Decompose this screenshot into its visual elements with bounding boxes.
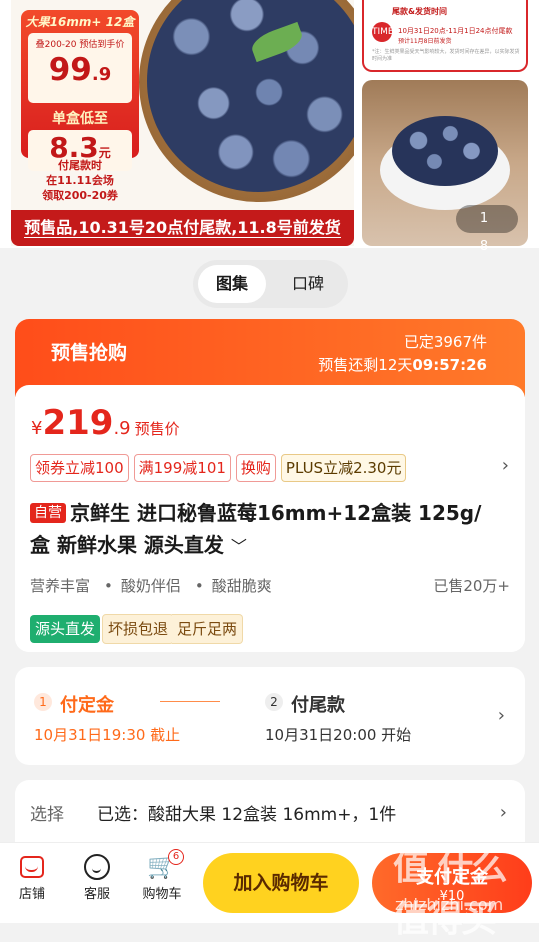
booked-count: 已定3967件 bbox=[403, 333, 487, 351]
product-info: ¥219.9 预售价 领券立减100 满199减101 换购 PLUS立减2.30元 ›… bbox=[15, 385, 525, 652]
promo-price-card: 大果16mm+ 12盒 叠200-20 预估到手价 99.9 单盒低至 8.3元 bbox=[21, 10, 139, 171]
selected-spec: 已选：酸甜大果 12盒装 16mm+，1件 bbox=[97, 805, 397, 825]
promo-sub-text: 叠200-20 预估到手价 bbox=[35, 40, 125, 50]
presale-banner: 预售品,10.31号20点付尾款,11.8号前发货 bbox=[11, 210, 354, 246]
chevron-right-icon[interactable]: › bbox=[502, 455, 509, 476]
product-title[interactable]: 自营 京鲜生 进口秘鲁蓝莓16mm+12盒装 125g/盒 新鲜水果 源头直发 ﹀ bbox=[30, 497, 490, 563]
shop-button[interactable]: 店铺 bbox=[2, 851, 62, 902]
coupon-item[interactable]: 换购 bbox=[235, 454, 276, 482]
coupon-item[interactable]: 领券立减100 bbox=[30, 454, 129, 482]
step-divider bbox=[160, 701, 220, 702]
smiley-icon bbox=[84, 854, 110, 880]
feature-tags: 营养丰富 • 酸奶伴侣 • 酸甜脆爽 bbox=[30, 577, 272, 595]
promo-note: 付尾款时 在11.11会场 领取200-20券 bbox=[42, 159, 118, 202]
step-2-number: 2 bbox=[265, 693, 283, 711]
shop-icon bbox=[20, 856, 44, 878]
presale-price: ¥219.9 预售价 bbox=[31, 403, 180, 443]
self-operated-badge: 自营 bbox=[30, 503, 66, 523]
chevron-right-icon[interactable]: › bbox=[500, 802, 507, 823]
promo-price: 99.9 bbox=[48, 52, 112, 88]
gallery-review-toggle: 图集 口碑 bbox=[193, 260, 348, 308]
watermark-url: zhizhizhi.com bbox=[395, 895, 504, 914]
watermark-logo: 值 什么值得买 bbox=[393, 847, 508, 940]
presale-title: 预售抢购 bbox=[51, 342, 128, 364]
presale-countdown: 预售还剩12天09:57:26 bbox=[318, 356, 487, 374]
chevron-right-icon[interactable]: › bbox=[498, 705, 505, 726]
select-label: 选择 bbox=[30, 805, 64, 825]
cart-button[interactable]: 🛒 6 购物车 bbox=[132, 849, 192, 902]
badge-guarantee: 坏损包退 bbox=[102, 614, 175, 644]
badge-weight: 足斤足两 bbox=[172, 614, 244, 644]
presale-card: 预售抢购 已定3967件 预售还剩12天09:57:26 ¥219.9 预售价 领… bbox=[15, 319, 525, 652]
payment-steps[interactable]: 1 付定金 2 付尾款 10月31日19:30 截止 10月31日20:00 开… bbox=[15, 667, 525, 765]
promo-top-text: 大果16mm+ 12盒 bbox=[25, 15, 135, 29]
cart-count-badge: 6 bbox=[168, 849, 184, 865]
image-gallery[interactable]: 大果16mm+ 12盒 叠200-20 预估到手价 99.9 单盒低至 8.3元… bbox=[0, 0, 539, 254]
blueberries-image bbox=[147, 0, 354, 192]
step-2-title: 付尾款 bbox=[291, 695, 345, 716]
blueberry-pile-image bbox=[392, 116, 498, 186]
step-1-title: 付定金 bbox=[60, 695, 114, 716]
plus-coupon[interactable]: PLUS立减2.30元 bbox=[280, 454, 407, 482]
blueberry-bowl-image bbox=[139, 0, 354, 202]
service-badges: 源头直发 坏损包退 足斤足两 bbox=[30, 614, 245, 644]
clock-icon: TIME bbox=[372, 22, 394, 42]
thumbnail-schedule[interactable]: 尾款&发货时间 TIME 10月31日20点-11月1日24点付尾款 预计11月… bbox=[362, 0, 528, 72]
tab-reviews[interactable]: 口碑 bbox=[278, 265, 338, 303]
per-box-label: 单盒低至 bbox=[52, 111, 108, 127]
add-to-cart-button[interactable]: 加入购物车 bbox=[203, 853, 359, 913]
image-counter: 1 8 bbox=[456, 205, 518, 254]
sold-count: 已售20万+ bbox=[433, 577, 510, 595]
step-2-time: 10月31日20:00 开始 bbox=[265, 726, 412, 744]
step-1-time: 10月31日19:30 截止 bbox=[34, 726, 181, 744]
coupon-item[interactable]: 满199减101 bbox=[133, 454, 231, 482]
customer-service-button[interactable]: 客服 bbox=[67, 851, 127, 902]
chevron-down-icon[interactable]: ﹀ bbox=[231, 537, 247, 556]
badge-direct: 源头直发 bbox=[30, 615, 101, 643]
tab-gallery[interactable]: 图集 bbox=[198, 265, 266, 303]
step-1-number: 1 bbox=[34, 693, 52, 711]
coupon-row[interactable]: 领券立减100 满199减101 换购 PLUS立减2.30元 bbox=[30, 454, 411, 482]
